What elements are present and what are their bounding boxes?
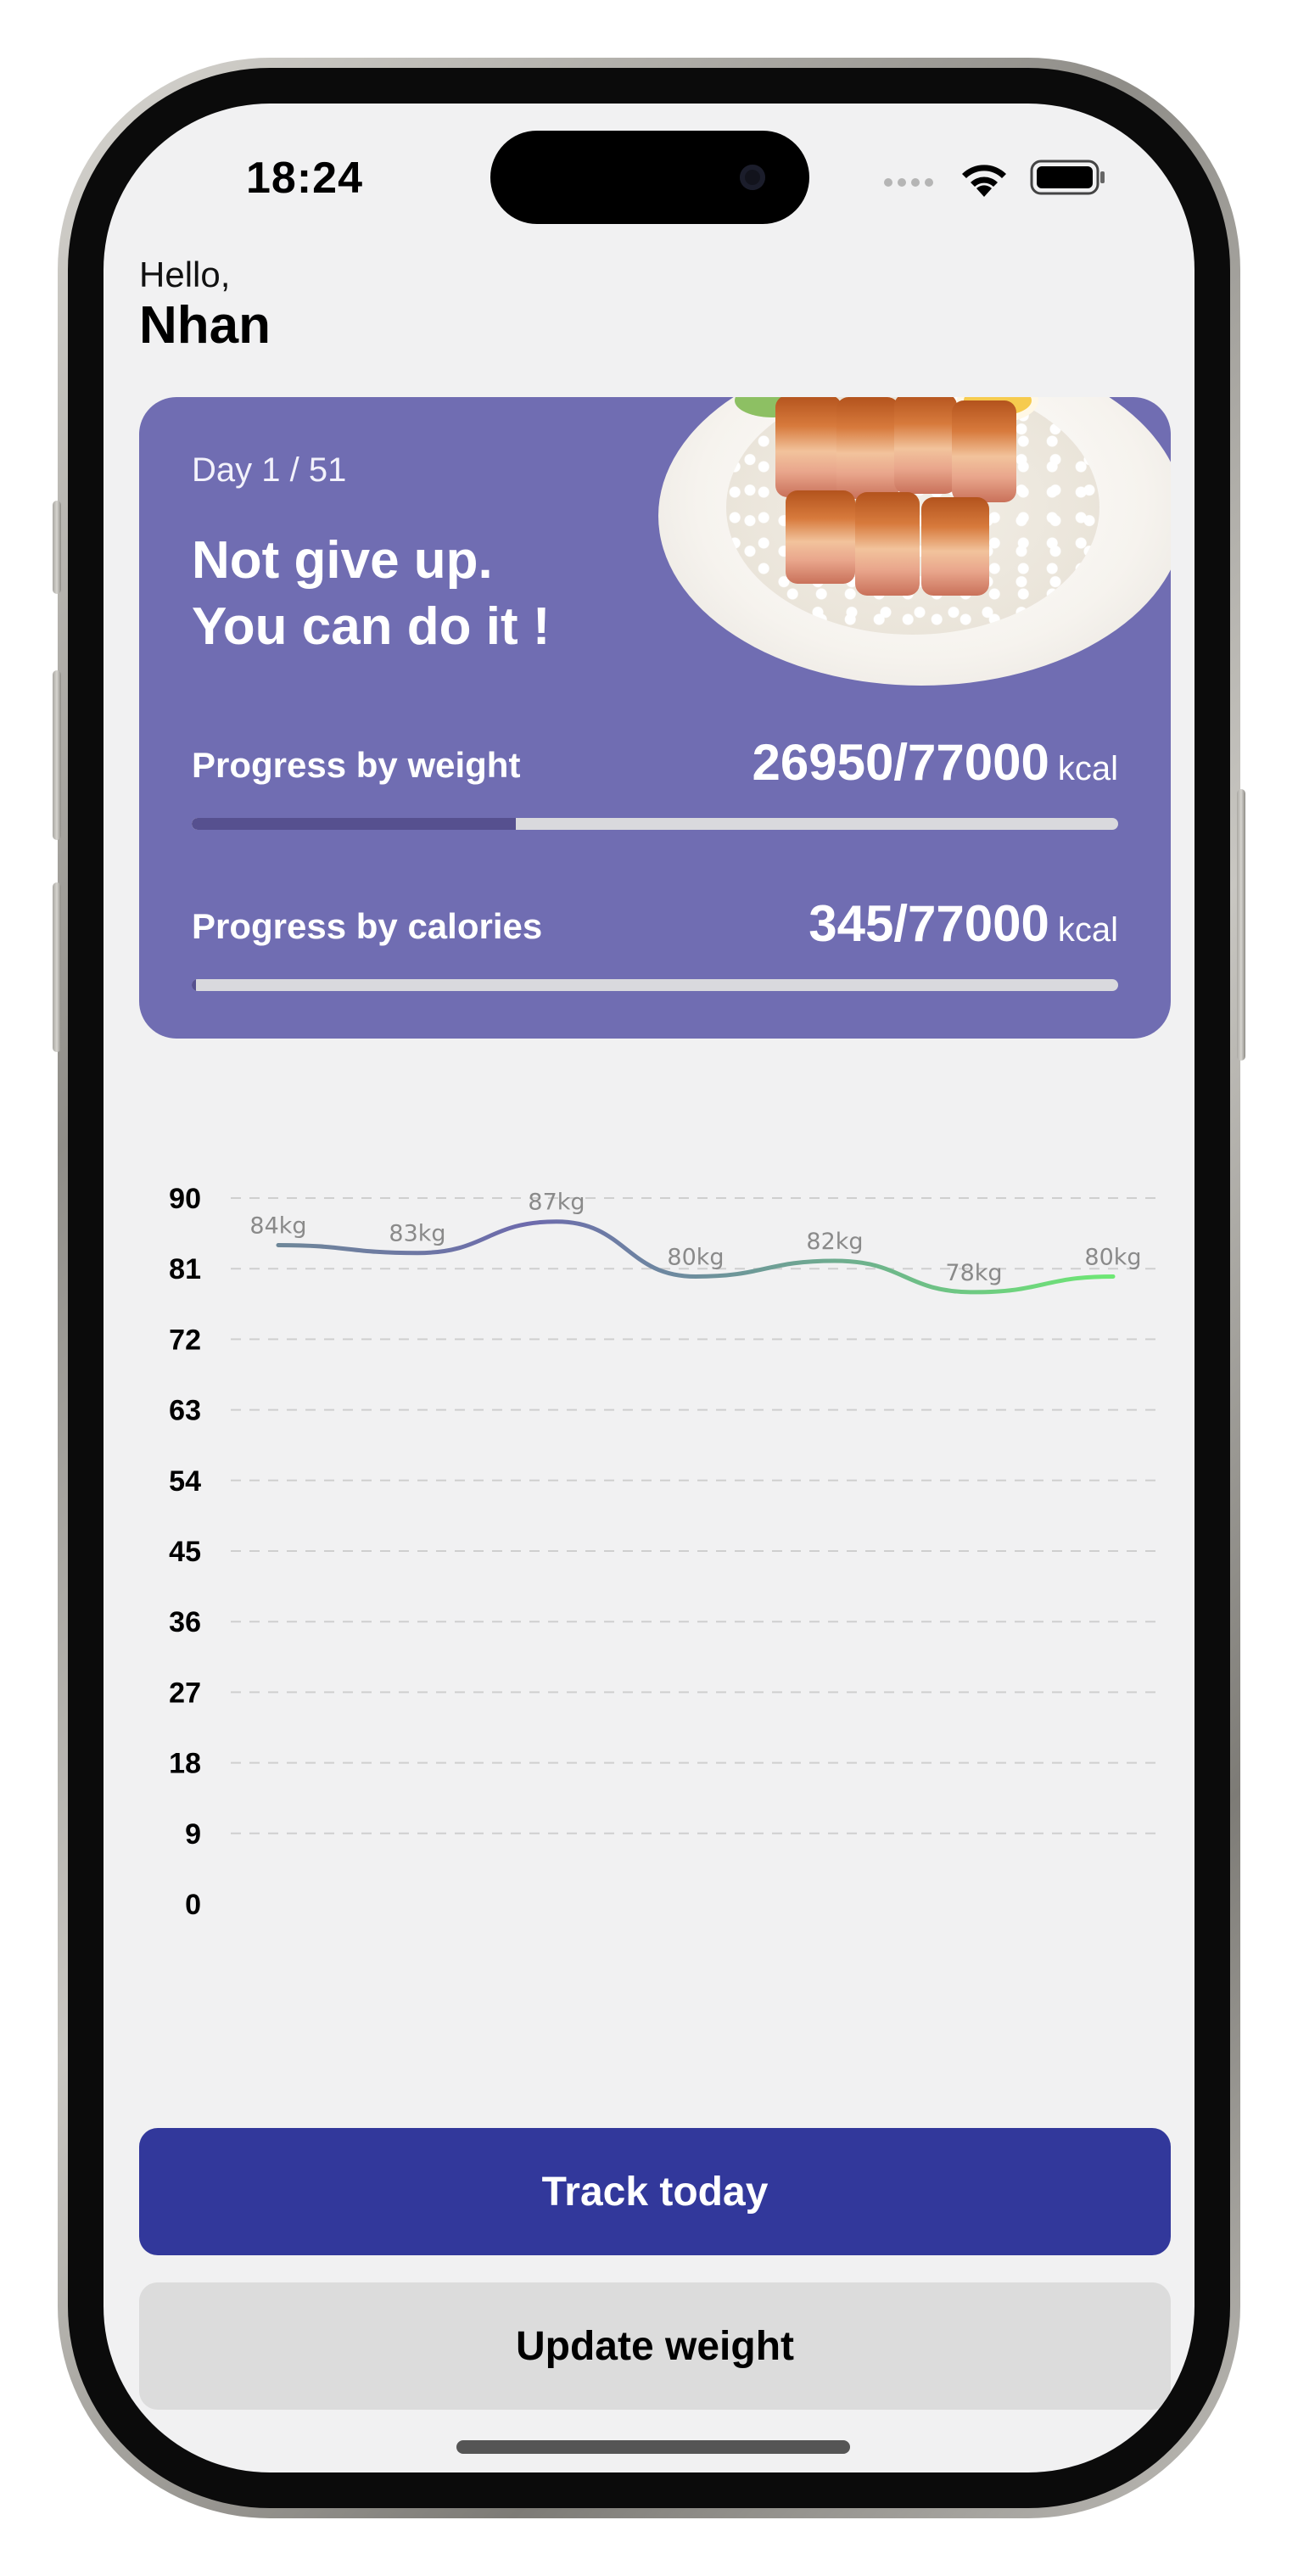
weight-chart: 90817263544536271890 84kg 83kg87kg80kg82k… [169, 1183, 1155, 1921]
y-tick-label: 72 [169, 1324, 201, 1356]
update-weight-button[interactable]: Update weight [139, 2282, 1171, 2410]
data-point-label: 87kg [528, 1190, 585, 1216]
y-tick-label: 90 [169, 1183, 201, 1215]
data-point-label: 83kg [389, 1221, 445, 1247]
power-button [1237, 789, 1245, 1061]
volume-up-button [53, 670, 61, 840]
y-tick-label: 18 [169, 1748, 201, 1780]
chart-grid [231, 1197, 1155, 1834]
app-screen: 18:24 Hello, Nhan Day 1 / 51 Not give up… [104, 104, 1194, 2472]
y-tick-label: 45 [169, 1536, 201, 1568]
data-point-label: 80kg [667, 1244, 724, 1270]
home-indicator[interactable] [456, 2440, 850, 2454]
action-button [53, 501, 61, 594]
y-tick-label: 36 [169, 1606, 201, 1638]
track-today-button[interactable]: Track today [139, 2128, 1171, 2255]
chart-y-axis: 90817263544536271890 [169, 1183, 201, 1921]
y-tick-label: 63 [169, 1395, 201, 1427]
data-point-label: 80kg [1084, 1244, 1141, 1270]
y-tick-label: 0 [185, 1889, 201, 1921]
data-point-label: 78kg [945, 1260, 1002, 1286]
data-point-label: 84kg [249, 1212, 306, 1239]
y-tick-label: 27 [169, 1677, 201, 1709]
chart-data-labels: 84kg 83kg 87kg 80kg 82kg 78kg 80kg [249, 1190, 1141, 1286]
data-point-label: 82kg [806, 1229, 863, 1255]
volume-down-button [53, 882, 61, 1052]
y-tick-label: 54 [169, 1465, 201, 1498]
y-tick-label: 81 [169, 1253, 201, 1285]
y-tick-label: 9 [185, 1818, 201, 1851]
